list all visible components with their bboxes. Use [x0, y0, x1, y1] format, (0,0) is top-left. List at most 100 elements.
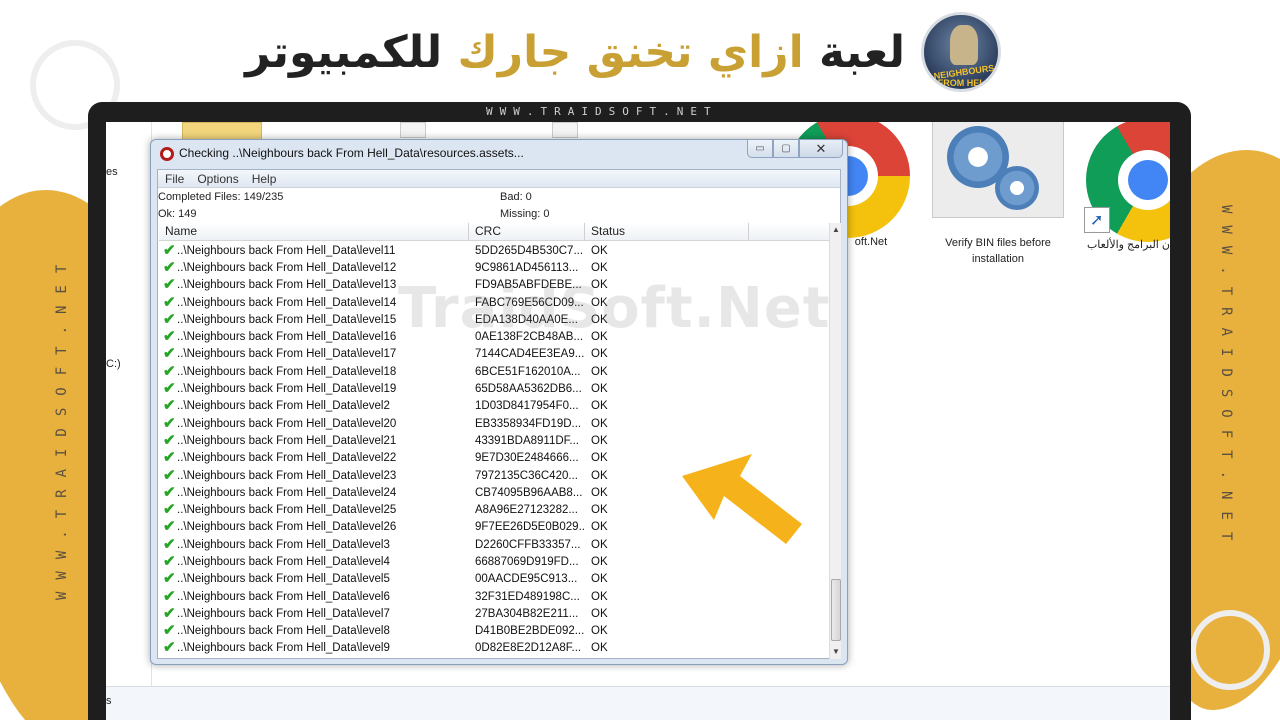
file-name: ..\Neighbours back From Hell_Data\level2… [177, 417, 397, 430]
crc-cell: D2260CFFB33357... [475, 538, 581, 551]
column-header-status[interactable]: Status [585, 223, 749, 241]
window-controls: ▭ ▢ ✕ [747, 140, 843, 160]
check-icon: ✔ [163, 518, 176, 536]
file-name: ..\Neighbours back From Hell_Data\level1… [177, 261, 397, 274]
check-icon: ✔ [163, 639, 176, 657]
check-icon: ✔ [163, 431, 176, 449]
name-cell: ✔ ..\Neighbours back From Hell_Data\level… [159, 570, 469, 588]
completed-files-count: Completed Files: 149/235 [158, 191, 284, 203]
column-header-name[interactable]: Name [159, 223, 469, 241]
status-cell: OK [591, 555, 608, 568]
status-cell: OK [591, 365, 608, 378]
name-cell: ✔ ..\Neighbours back From Hell_Data\level… [159, 537, 469, 552]
check-icon: ✔ [163, 552, 176, 570]
crc-cell: 43391BDA8911DF... [475, 434, 579, 447]
file-name: ..\Neighbours back From Hell_Data\level1… [177, 365, 397, 378]
crc-cell: 65D58AA5362DB6... [475, 383, 582, 396]
ok-count: Ok: 149 [158, 208, 197, 220]
name-cell: ✔ ..\Neighbours back From Hell_Data\level… [159, 552, 469, 570]
scroll-up-arrow-icon[interactable]: ▲ [830, 223, 842, 237]
check-icon: ✔ [163, 258, 176, 276]
check-icon: ✔ [163, 570, 176, 588]
maximize-button[interactable]: ▢ [773, 140, 799, 158]
file-name: ..\Neighbours back From Hell_Data\level2… [177, 486, 397, 499]
crc-cell: EB3358934FD19D... [475, 417, 582, 430]
desktop-icon-label[interactable]: ن البرامج والألعاب [1087, 237, 1170, 253]
table-row[interactable]: ✔ ..\Neighbours back From Hell_Data\level… [159, 242, 829, 259]
url-watermark: WWW.TRAIDSOFT.NET [486, 105, 718, 118]
check-icon: ✔ [163, 380, 176, 398]
name-cell: ✔ ..\Neighbours back From Hell_Data\level… [159, 397, 469, 415]
check-icon: ✔ [163, 345, 176, 363]
nav-pane-text: es [106, 166, 118, 178]
file-name: ..\Neighbours back From Hell_Data\level9 [177, 642, 390, 655]
table-row[interactable]: ✔ ..\Neighbours back From Hell_Data\level… [159, 398, 829, 415]
file-name: ..\Neighbours back From Hell_Data\level1… [177, 244, 396, 257]
table-row[interactable]: ✔ ..\Neighbours back From Hell_Data\level… [159, 432, 829, 449]
minimize-button[interactable]: ▭ [747, 140, 773, 158]
table-row[interactable]: ✔ ..\Neighbours back From Hell_Data\level… [159, 363, 829, 380]
logo-line-2: FROM HELL [937, 78, 991, 88]
table-row[interactable]: ✔ ..\Neighbours back From Hell_Data\level… [159, 380, 829, 397]
status-cell: OK [591, 573, 608, 586]
file-icon[interactable] [400, 122, 426, 138]
table-row[interactable]: ✔ ..\Neighbours back From Hell_Data\level… [159, 605, 829, 622]
table-row[interactable]: ✔ ..\Neighbours back From Hell_Data\level… [159, 640, 829, 657]
menu-help[interactable]: Help [245, 170, 283, 187]
column-header-crc[interactable]: CRC [469, 223, 585, 241]
table-row[interactable]: ✔ ..\Neighbours back From Hell_Data\level… [159, 588, 829, 605]
check-icon: ✔ [163, 622, 176, 640]
menu-file[interactable]: File [158, 170, 190, 187]
crc-cell: 1D03D8417954F0... [475, 400, 579, 413]
scrollbar-thumb[interactable] [831, 579, 841, 641]
checker-window: Checking ..\Neighbours back From Hell_Da… [150, 139, 848, 665]
table-row[interactable]: ✔ ..\Neighbours back From Hell_Data\level… [159, 346, 829, 363]
name-cell: ✔ ..\Neighbours back From Hell_Data\level… [159, 622, 469, 640]
table-row[interactable]: ✔ ..\Neighbours back From Hell_Data\level… [159, 571, 829, 588]
center-watermark: TraidSoft.Net [398, 276, 831, 341]
table-row[interactable]: ✔ ..\Neighbours back From Hell_Data\level… [159, 415, 829, 432]
check-icon: ✔ [163, 293, 176, 311]
status-cell: OK [591, 607, 608, 620]
page-title: لعبة ازاي تخنق جارك للكمبيوتر [205, 18, 905, 88]
check-icon: ✔ [163, 362, 176, 380]
name-cell: ✔ ..\Neighbours back From Hell_Data\level… [159, 258, 469, 276]
status-cell: OK [591, 261, 608, 274]
crc-cell: 27BA304B82E211... [475, 607, 579, 620]
check-icon: ✔ [163, 466, 176, 484]
check-icon: ✔ [163, 449, 176, 467]
window-titlebar[interactable]: Checking ..\Neighbours back From Hell_Da… [151, 140, 847, 168]
crc-cell: 7972135C36C420... [475, 469, 578, 482]
name-cell: ✔ ..\Neighbours back From Hell_Data\level… [159, 604, 469, 622]
file-name: ..\Neighbours back From Hell_Data\level5 [177, 573, 390, 586]
vertical-scrollbar[interactable]: ▲ ▼ [829, 223, 841, 659]
file-name: ..\Neighbours back From Hell_Data\level1… [177, 296, 397, 309]
window-client-area: File Options Help Completed Files: 149/2… [157, 169, 841, 659]
check-icon: ✔ [163, 604, 176, 622]
check-icon: ✔ [163, 397, 176, 415]
crc-cell: CB74095B96AAB8... [475, 486, 583, 499]
close-button[interactable]: ✕ [799, 140, 843, 158]
status-cell: OK [591, 417, 608, 430]
window-title: Checking ..\Neighbours back From Hell_Da… [179, 146, 524, 160]
scroll-down-arrow-icon[interactable]: ▼ [830, 645, 842, 659]
desktop-icon-label[interactable]: Verify BIN files before installation [928, 235, 1068, 267]
file-name: ..\Neighbours back From Hell_Data\level1… [177, 279, 397, 292]
gears-icon[interactable] [932, 122, 1064, 218]
file-name: ..\Neighbours back From Hell_Data\level2… [177, 504, 397, 517]
status-cell: OK [591, 504, 608, 517]
file-name: ..\Neighbours back From Hell_Data\level6 [177, 590, 390, 603]
status-cell: OK [591, 625, 608, 638]
file-icon[interactable] [552, 122, 578, 138]
decorative-ring [1190, 610, 1270, 690]
file-name: ..\Neighbours back From Hell_Data\level4 [177, 555, 390, 568]
crc-cell: A8A96E27123282... [475, 504, 578, 517]
table-row[interactable]: ✔ ..\Neighbours back From Hell_Data\level… [159, 623, 829, 640]
check-icon: ✔ [163, 328, 176, 346]
name-cell: ✔ ..\Neighbours back From Hell_Data\level… [159, 431, 469, 449]
bad-count: Bad: 0 [500, 191, 532, 203]
check-icon: ✔ [163, 501, 176, 519]
table-row[interactable]: ✔ ..\Neighbours back From Hell_Data\level… [159, 259, 829, 276]
promo-stage: WWW.TRAIDSOFT.NET WWW.TRAIDSOFT.NET لعبة… [0, 0, 1280, 720]
menu-options[interactable]: Options [190, 170, 244, 187]
